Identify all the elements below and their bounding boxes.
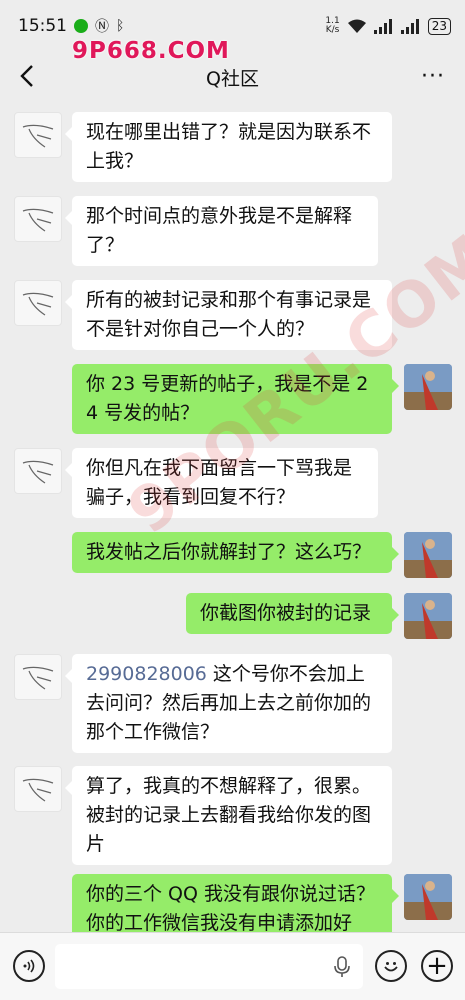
signal-1-icon <box>373 18 392 34</box>
self-avatar[interactable] <box>404 593 452 639</box>
battery-indicator: 23 <box>427 17 451 35</box>
message-bubble[interactable]: 你截图你被封的记录 <box>186 593 399 634</box>
back-arrow-icon[interactable] <box>16 62 42 90</box>
qq-number-link[interactable]: 2990828006 <box>86 663 207 685</box>
nfc-icon: Ⓝ <box>95 19 109 35</box>
status-time: 15:51 <box>18 16 67 36</box>
self-avatar[interactable] <box>404 532 452 578</box>
network-speed-unit: K/s <box>325 25 340 35</box>
input-bar: + <box>0 932 465 1000</box>
contact-avatar[interactable] <box>14 196 62 242</box>
message-bubble[interactable]: 那个时间点的意外我是不是解释了？ <box>65 196 378 266</box>
message-bubble[interactable]: 算了，我真的不想解释了，很累。被封的记录上去翻看我给你发的图片 <box>65 766 392 865</box>
contact-avatar[interactable] <box>14 280 62 326</box>
self-avatar[interactable] <box>404 364 452 410</box>
status-left: 15:51 Ⓝ ᛒ <box>18 16 124 36</box>
self-avatar[interactable] <box>404 874 452 920</box>
mic-icon[interactable] <box>334 956 350 978</box>
more-icon[interactable]: ··· <box>421 64 445 89</box>
message-bubble[interactable]: 你 23 号更新的帖子，我是不是 24 号发的帖？ <box>72 364 399 434</box>
chat-title: Q社区 <box>206 67 259 90</box>
chat-header: Q社区 ··· <box>0 52 465 102</box>
plus-icon[interactable]: + <box>421 950 453 982</box>
emoji-icon[interactable] <box>375 950 407 982</box>
status-bar: 15:51 Ⓝ ᛒ 1.1 K/s 23 <box>0 0 465 52</box>
contact-avatar[interactable] <box>14 448 62 494</box>
message-bubble[interactable]: 2990828006 这个号你不会加上去问问？然后再加上去之前你加的那个工作微信… <box>65 654 392 753</box>
network-speed: 1.1 K/s <box>325 17 339 35</box>
message-bubble[interactable]: 你的三个 QQ 我没有跟你说过话？你的工作微信我没有申请添加好 <box>72 874 399 932</box>
contact-avatar[interactable] <box>14 112 62 158</box>
message-input[interactable] <box>55 944 363 989</box>
wechat-notification-icon <box>74 19 88 33</box>
message-bubble[interactable]: 所有的被封记录和那个有事记录是不是针对你自己一个人的？ <box>65 280 392 350</box>
wifi-icon <box>347 19 366 33</box>
message-list: 现在哪里出错了？就是因为联系不上我？ 那个时间点的意外我是不是解释了？ 所有的被… <box>0 102 465 932</box>
message-bubble[interactable]: 你但凡在我下面留言一下骂我是骗子，我看到回复不行？ <box>65 448 378 518</box>
bluetooth-icon: ᛒ <box>116 18 125 34</box>
message-bubble[interactable]: 现在哪里出错了？就是因为联系不上我？ <box>65 112 392 182</box>
voice-icon[interactable] <box>13 950 45 982</box>
signal-2-icon <box>400 18 419 34</box>
contact-avatar[interactable] <box>14 654 62 700</box>
status-right: 1.1 K/s 23 <box>325 17 451 35</box>
contact-avatar[interactable] <box>14 766 62 812</box>
message-bubble[interactable]: 我发帖之后你就解封了？这么巧？ <box>72 532 399 573</box>
